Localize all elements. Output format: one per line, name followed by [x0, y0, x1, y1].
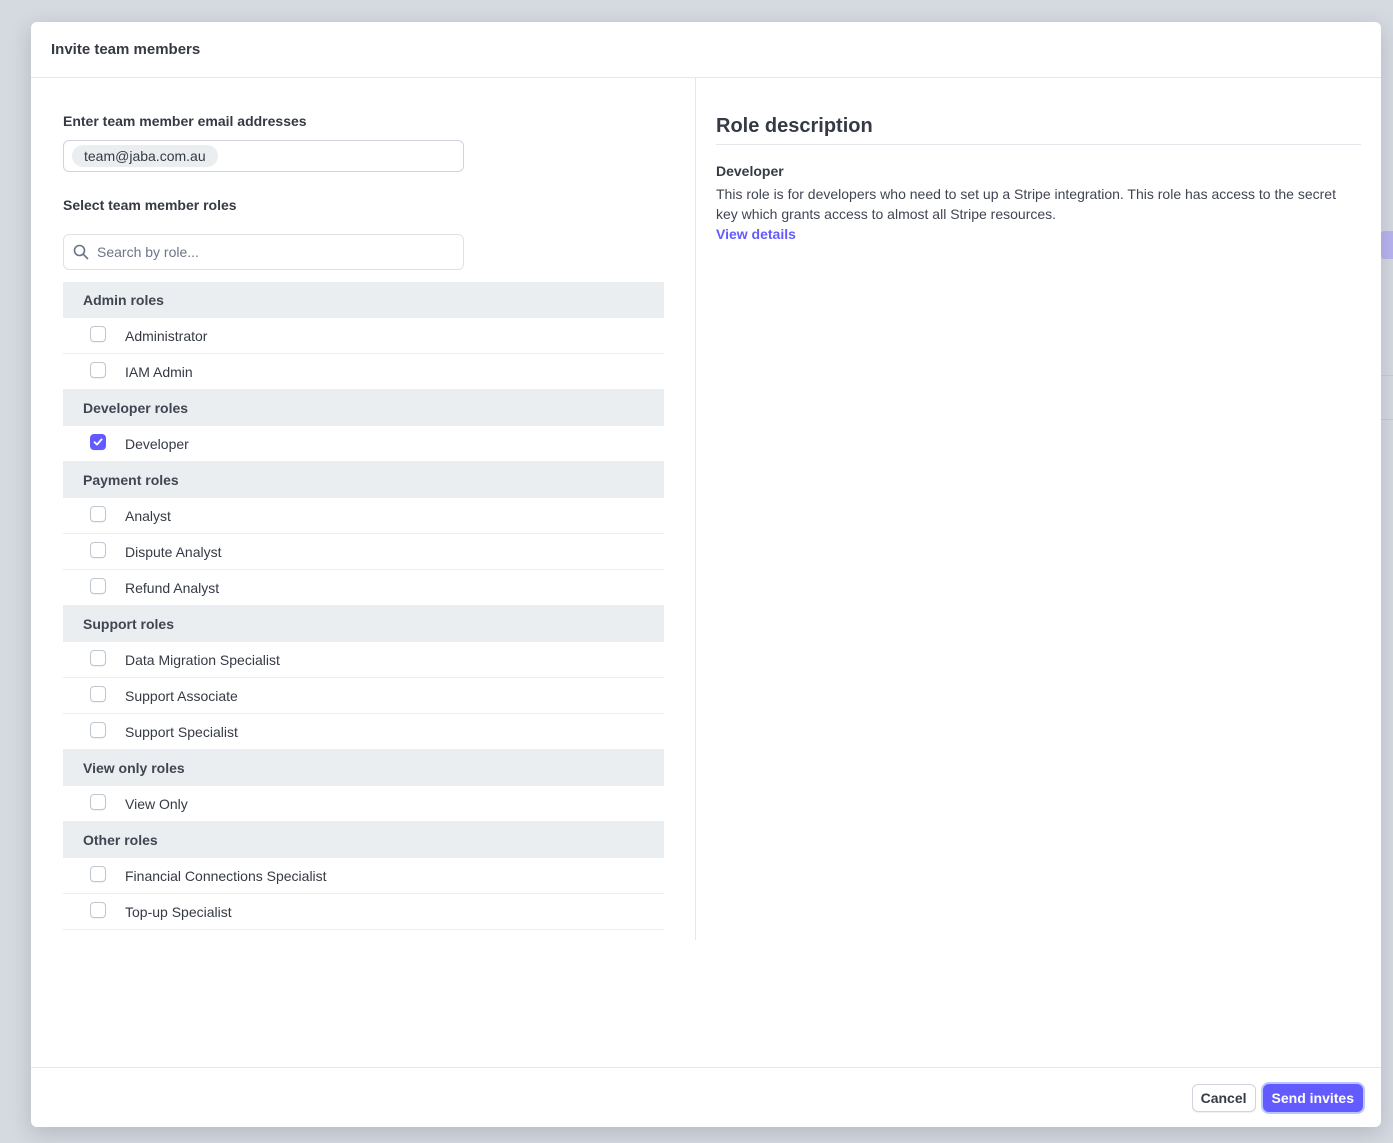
selected-role-name: Developer	[716, 163, 784, 179]
backdrop-divider	[1381, 419, 1393, 420]
backdrop-button-fragment	[1381, 231, 1393, 259]
role-description-title: Role description	[716, 115, 1361, 145]
email-label: Enter team member email addresses	[63, 113, 307, 129]
role-option[interactable]: Financial Connections Specialist	[63, 858, 664, 894]
role-group-header: Admin roles	[63, 282, 664, 318]
role-option-label: View Only	[125, 795, 188, 812]
checkbox[interactable]	[90, 721, 106, 738]
send-invites-button[interactable]: Send invites	[1262, 1083, 1363, 1112]
role-option[interactable]: IAM Admin	[63, 354, 664, 390]
dialog-body: Enter team member email addresses team@j…	[31, 78, 1381, 940]
role-option[interactable]: View Only	[63, 786, 664, 822]
role-group-header: Developer roles	[63, 390, 664, 426]
role-option-label: Developer	[125, 435, 189, 452]
role-search-box[interactable]	[63, 234, 464, 270]
role-description-panel: Role description Developer This role is …	[696, 78, 1381, 940]
role-option-label: Support Specialist	[125, 723, 238, 740]
checkbox[interactable]	[90, 361, 106, 378]
checkbox[interactable]	[90, 793, 106, 810]
role-option-label: Financial Connections Specialist	[125, 867, 327, 884]
checkbox[interactable]	[90, 865, 106, 882]
role-group-header: Other roles	[63, 822, 664, 858]
backdrop-divider	[1381, 375, 1393, 376]
role-option-label: IAM Admin	[125, 363, 193, 380]
email-chip[interactable]: team@jaba.com.au	[72, 145, 218, 167]
role-option-label: Support Associate	[125, 687, 238, 704]
roles-label: Select team member roles	[63, 197, 237, 213]
role-list: Admin roles Administrator IAM Admin Develop…	[63, 282, 664, 930]
invite-dialog: Invite team members Enter team member em…	[31, 22, 1381, 1127]
role-description-text: This role is for developers who need to …	[716, 186, 1336, 222]
role-option[interactable]: Dispute Analyst	[63, 534, 664, 570]
role-option[interactable]: Support Specialist	[63, 714, 664, 750]
checkbox[interactable]	[90, 541, 106, 558]
checkbox[interactable]	[90, 505, 106, 522]
role-option-label: Top-up Specialist	[125, 903, 232, 920]
email-input[interactable]: team@jaba.com.au	[63, 140, 464, 172]
role-group-header: Support roles	[63, 606, 664, 642]
role-option[interactable]: Administrator	[63, 318, 664, 354]
role-option[interactable]: Data Migration Specialist	[63, 642, 664, 678]
checkbox[interactable]	[90, 577, 106, 594]
role-option-label: Analyst	[125, 507, 171, 524]
checkbox[interactable]	[90, 685, 106, 702]
role-group-header: View only roles	[63, 750, 664, 786]
role-search-input[interactable]	[97, 244, 437, 260]
checkbox-checked[interactable]	[90, 433, 106, 450]
dialog-header: Invite team members	[31, 22, 1381, 78]
role-option[interactable]: Support Associate	[63, 678, 664, 714]
role-option[interactable]: Top-up Specialist	[63, 894, 664, 930]
role-option[interactable]: Refund Analyst	[63, 570, 664, 606]
invite-form: Enter team member email addresses team@j…	[31, 78, 696, 940]
dialog-title: Invite team members	[51, 41, 201, 58]
cancel-button[interactable]: Cancel	[1191, 1083, 1256, 1112]
role-option[interactable]: Analyst	[63, 498, 664, 534]
checkbox[interactable]	[90, 649, 106, 666]
dialog-footer: Cancel Send invites	[31, 1067, 1381, 1127]
role-group-header: Payment roles	[63, 462, 664, 498]
search-icon	[73, 244, 89, 260]
role-option-label: Dispute Analyst	[125, 543, 222, 560]
check-icon	[93, 438, 103, 445]
checkbox[interactable]	[90, 901, 106, 918]
role-option-label: Administrator	[125, 327, 208, 344]
view-details-link[interactable]: View details	[716, 224, 796, 244]
role-option-label: Data Migration Specialist	[125, 651, 280, 668]
checkbox[interactable]	[90, 325, 106, 342]
role-option[interactable]: Developer	[63, 426, 664, 462]
role-option-label: Refund Analyst	[125, 579, 220, 596]
